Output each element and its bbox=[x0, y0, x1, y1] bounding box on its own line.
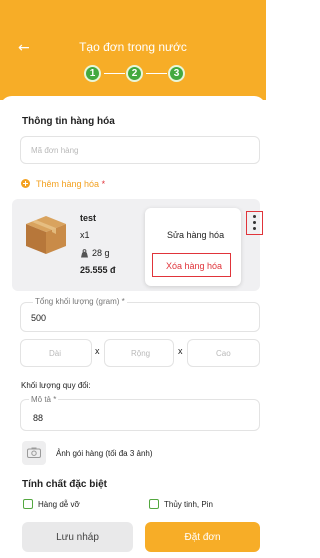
height-placeholder: Cao bbox=[216, 349, 231, 358]
page-title: Tạo đơn trong nước bbox=[79, 40, 187, 54]
plus-circle-icon[interactable] bbox=[21, 179, 30, 188]
weight-icon bbox=[81, 249, 88, 258]
product-price: 25.555 đ bbox=[80, 265, 116, 275]
save-draft-button[interactable]: Lưu nháp bbox=[22, 522, 133, 552]
required-mark: * bbox=[101, 179, 106, 189]
product-quantity: x1 bbox=[80, 230, 90, 240]
total-weight-label: Tổng khối lượng (gram) * bbox=[33, 297, 127, 306]
step-1: 1 bbox=[84, 65, 101, 82]
fragile-checkbox[interactable] bbox=[23, 499, 33, 509]
height-input[interactable]: Cao bbox=[187, 339, 260, 367]
menu-edit-goods[interactable]: Sửa hàng hóa bbox=[167, 230, 224, 240]
more-vertical-icon[interactable] bbox=[253, 215, 256, 231]
photo-label: Ảnh gói hàng (tối đa 3 ảnh) bbox=[56, 449, 153, 458]
converted-weight-label: Khối lượng quy đổi: bbox=[21, 381, 91, 390]
total-weight-value: 500 bbox=[31, 313, 47, 323]
glass-battery-checkbox[interactable] bbox=[149, 499, 159, 509]
place-order-button[interactable]: Đặt đơn bbox=[145, 522, 260, 552]
camera-icon bbox=[27, 447, 41, 458]
dimension-separator: x bbox=[178, 346, 183, 356]
total-weight-input[interactable]: Tổng khối lượng (gram) * 500 bbox=[20, 297, 260, 332]
fragile-label: Hàng dễ vỡ bbox=[38, 500, 80, 509]
width-placeholder: Rộng bbox=[131, 349, 151, 358]
description-value: 88 bbox=[33, 413, 44, 423]
description-label: Mô tả * bbox=[29, 395, 59, 404]
step-indicator: 1 2 3 bbox=[84, 65, 185, 83]
package-box-icon bbox=[26, 216, 66, 254]
step-connector bbox=[104, 73, 125, 74]
length-input[interactable]: Dài bbox=[20, 339, 92, 367]
product-name: test bbox=[80, 213, 97, 223]
step-connector bbox=[146, 73, 167, 74]
step-2: 2 bbox=[126, 65, 143, 82]
order-code-placeholder: Mã đơn hàng bbox=[31, 146, 79, 155]
special-properties-title: Tính chất đặc biệt bbox=[22, 479, 108, 490]
header-bar: ← Tạo đơn trong nước 1 2 3 bbox=[0, 0, 266, 100]
dimension-separator: x bbox=[95, 346, 100, 356]
menu-delete-goods[interactable]: Xóa hàng hóa bbox=[166, 261, 222, 271]
length-placeholder: Dài bbox=[49, 349, 62, 358]
order-code-input[interactable]: Mã đơn hàng bbox=[20, 136, 260, 164]
description-input[interactable]: Mô tả * 88 bbox=[20, 395, 260, 431]
add-photo-button[interactable] bbox=[22, 441, 46, 465]
glass-battery-label: Thủy tinh, Pin bbox=[164, 500, 213, 509]
width-input[interactable]: Rộng bbox=[104, 339, 174, 367]
product-weight: 28 g bbox=[92, 248, 110, 258]
step-3: 3 bbox=[168, 65, 185, 82]
add-goods-label: Thêm hàng hóa bbox=[36, 179, 100, 189]
goods-section-title: Thông tin hàng hóa bbox=[22, 116, 115, 127]
add-goods-link[interactable]: Thêm hàng hóa * bbox=[36, 179, 105, 189]
